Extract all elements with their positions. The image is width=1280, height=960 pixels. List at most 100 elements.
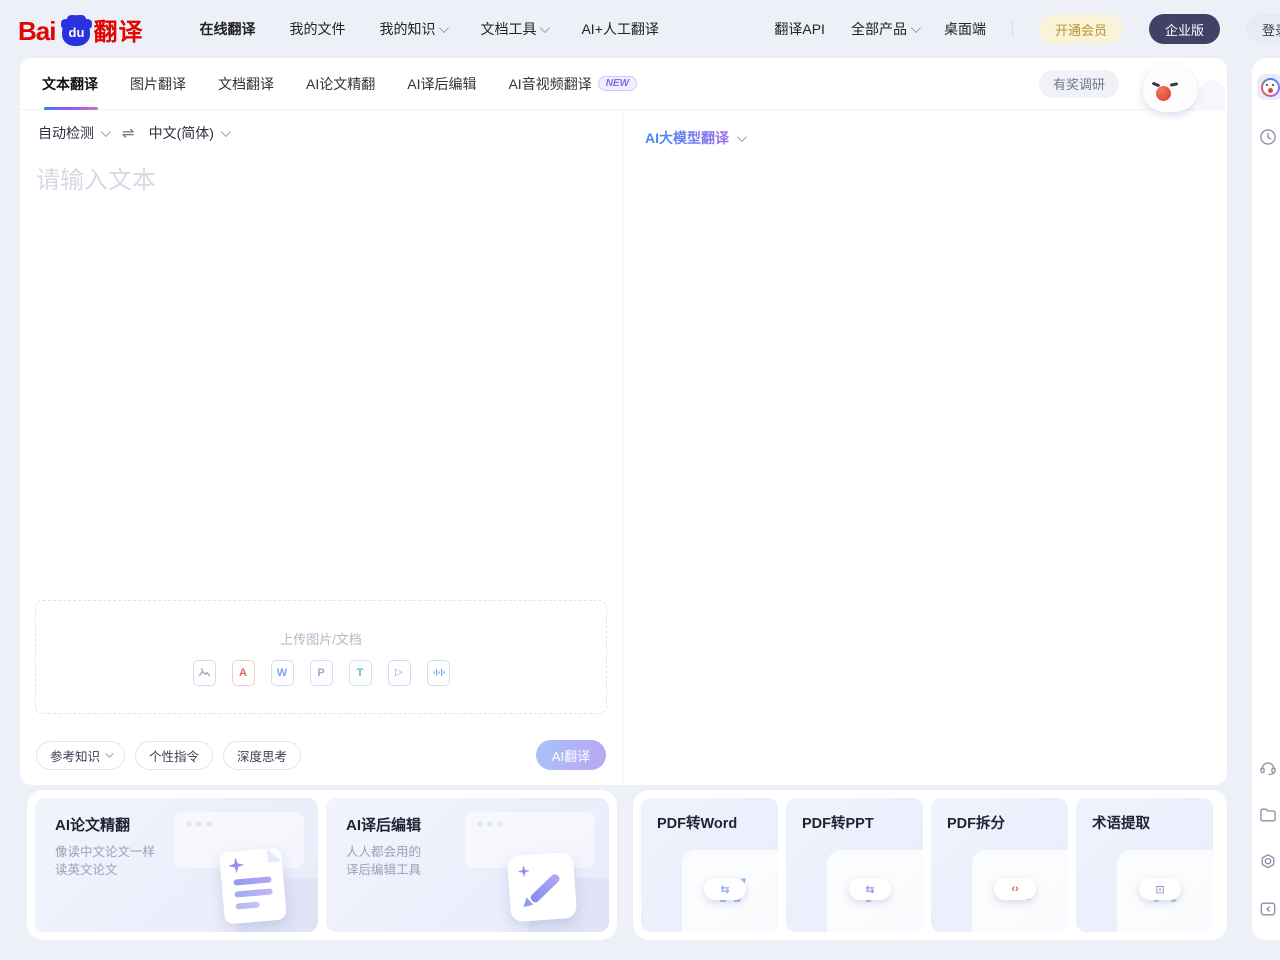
- sparkle-icon: [517, 865, 530, 878]
- word-file-icon: W: [271, 660, 294, 686]
- video-file-icon: ▷: [388, 660, 411, 686]
- settings-icon[interactable]: [1257, 851, 1279, 873]
- source-language-select[interactable]: 自动检测: [38, 123, 108, 143]
- enterprise-button[interactable]: 企业版: [1149, 14, 1220, 44]
- baidu-translate-logo[interactable]: Bai du 翻译: [18, 12, 143, 47]
- primary-nav: 在线翻译 我的文件 我的知识 文档工具 AI+人工翻译: [199, 19, 658, 39]
- result-model-select[interactable]: AI大模型翻译: [645, 128, 1205, 148]
- card-illustration: P ⇆: [827, 850, 923, 932]
- split-icon: ‹›: [994, 878, 1036, 900]
- nav-item-doc-tools[interactable]: 文档工具: [480, 19, 547, 39]
- sparkle-icon: [227, 857, 244, 874]
- card-ai-paper-translate[interactable]: AI论文精翻 像读中文论文一样 读英文论文: [35, 798, 318, 932]
- nav-item-translate-api[interactable]: 翻译API: [774, 19, 825, 39]
- tools-bar: 参考知识 个性指令 深度思考 AI翻译: [20, 726, 622, 784]
- login-button[interactable]: 登录: [1246, 14, 1280, 44]
- chevron-down-icon: [101, 127, 111, 137]
- result-pane: AI大模型翻译: [623, 110, 1227, 784]
- convert-arrows-icon: ⇆: [849, 878, 891, 900]
- chevron-down-icon: [737, 132, 747, 142]
- language-bar: 自动检测 ⇌ 中文(简体): [20, 110, 622, 156]
- extract-box-icon: ⊡: [1139, 878, 1181, 900]
- swap-languages-icon[interactable]: ⇌: [122, 124, 135, 142]
- nav-divider: [1012, 21, 1013, 37]
- top-navigation: Bai du 翻译 在线翻译 我的文件 我的知识 文档工具 AI+人工翻译 翻译…: [0, 0, 1280, 58]
- card-illustration: A ‹›: [972, 850, 1068, 932]
- mascot-character: [1143, 66, 1197, 112]
- feature-card-group: AI论文精翻 像读中文论文一样 读英文论文 AI译后编辑 人人都会用的 译后编辑…: [27, 790, 617, 940]
- nav-item-ai-human-translate[interactable]: AI+人工翻译: [581, 19, 658, 39]
- tab-text-translate[interactable]: 文本翻译: [42, 58, 98, 110]
- new-badge: NEW: [598, 76, 637, 91]
- promo-cards-row: AI论文精翻 像读中文论文一样 读英文论文 AI译后编辑 人人都会用的 译后编辑…: [27, 790, 1227, 940]
- nav-item-my-files[interactable]: 我的文件: [289, 19, 345, 39]
- card-title: PDF转Word: [657, 812, 778, 833]
- ppt-file-icon: P: [310, 660, 333, 686]
- reference-knowledge-button[interactable]: 参考知识: [36, 741, 125, 770]
- card-title: PDF转PPT: [802, 812, 923, 833]
- image-file-icon: [193, 660, 216, 686]
- tab-ai-post-edit[interactable]: AI译后编辑: [407, 58, 476, 110]
- txt-file-icon: T: [349, 660, 372, 686]
- file-type-icons: A W P T ▷: [193, 660, 450, 686]
- chevron-down-icon: [221, 127, 231, 137]
- logo-text-fanyi: 翻译: [93, 12, 143, 47]
- ai-translate-button[interactable]: AI翻译: [536, 740, 606, 770]
- chevron-down-icon: [911, 23, 921, 33]
- result-model-label: AI大模型翻译: [645, 128, 729, 148]
- mascot-nose: [1156, 86, 1171, 101]
- card-pdf-to-word[interactable]: PDF转Word W ⇆: [641, 798, 778, 932]
- chevron-down-icon: [439, 23, 449, 33]
- custom-instruction-button[interactable]: 个性指令: [135, 741, 213, 770]
- logo-text-bai: Bai: [18, 16, 55, 47]
- baidu-paw-icon: du: [62, 20, 90, 46]
- translator-panel: 文本翻译 图片翻译 文档翻译 AI论文精翻 AI译后编辑 AI音视频翻译NEW …: [20, 58, 1227, 785]
- open-vip-button[interactable]: 开通会员: [1039, 14, 1123, 44]
- nav-item-desktop-app[interactable]: 桌面端: [944, 19, 986, 39]
- card-pdf-to-ppt[interactable]: PDF转PPT P ⇆: [786, 798, 923, 932]
- card-title: PDF拆分: [947, 812, 1068, 833]
- translator-content: 自动检测 ⇌ 中文(简体) 上传图片/文档 A W P: [20, 110, 1227, 784]
- card-pdf-split[interactable]: PDF拆分 A ‹›: [931, 798, 1068, 932]
- strip-bottom-icons: [1257, 757, 1279, 920]
- card-illustration: A ⊡: [1117, 850, 1213, 932]
- pdf-file-icon: A: [232, 660, 255, 686]
- folder-icon[interactable]: [1257, 804, 1279, 826]
- tab-image-translate[interactable]: 图片翻译: [130, 58, 186, 110]
- target-language-select[interactable]: 中文(简体): [149, 123, 228, 143]
- strip-top-icons: [1257, 74, 1280, 148]
- card-title: 术语提取: [1092, 812, 1213, 833]
- history-icon[interactable]: [1257, 126, 1279, 148]
- survey-button[interactable]: 有奖调研: [1039, 70, 1119, 98]
- nav-item-all-products[interactable]: 全部产品: [851, 19, 918, 39]
- deep-think-button[interactable]: 深度思考: [223, 741, 301, 770]
- source-text-input[interactable]: [36, 160, 606, 600]
- customer-support-icon[interactable]: [1257, 757, 1279, 779]
- collapse-panel-icon[interactable]: [1257, 898, 1279, 920]
- paper-document-icon: [219, 847, 287, 924]
- card-illustration: W ⇆: [682, 850, 778, 932]
- card-term-extract[interactable]: 术语提取 A ⊡: [1076, 798, 1213, 932]
- chevron-down-icon: [105, 749, 113, 757]
- translator-tabbar: 文本翻译 图片翻译 文档翻译 AI论文精翻 AI译后编辑 AI音视频翻译NEW …: [20, 58, 1227, 110]
- mascot-eye: [1170, 82, 1178, 87]
- mascot-hand: [1199, 80, 1225, 110]
- tab-document-translate[interactable]: 文档翻译: [218, 58, 274, 110]
- tab-ai-paper-translate[interactable]: AI论文精翻: [306, 58, 375, 110]
- edit-pencil-icon: [507, 852, 577, 922]
- upload-label: 上传图片/文档: [280, 629, 362, 648]
- audio-file-icon: [427, 660, 450, 686]
- translator-tabs: 文本翻译 图片翻译 文档翻译 AI论文精翻 AI译后编辑 AI音视频翻译NEW: [42, 58, 637, 110]
- convert-arrows-icon: ⇆: [704, 878, 746, 900]
- nav-item-online-translate[interactable]: 在线翻译: [199, 19, 255, 39]
- card-ai-post-edit[interactable]: AI译后编辑 人人都会用的 译后编辑工具: [326, 798, 609, 932]
- tool-card-group: PDF转Word W ⇆ PDF转PPT P ⇆ PDF拆分 A ‹› 术语提取…: [633, 790, 1227, 940]
- nav-item-my-knowledge[interactable]: 我的知识: [379, 19, 446, 39]
- source-pane: 自动检测 ⇌ 中文(简体) 上传图片/文档 A W P: [20, 110, 623, 784]
- right-utility-strip: [1252, 58, 1280, 940]
- ai-assistant-icon[interactable]: [1257, 74, 1280, 100]
- upload-dropzone[interactable]: 上传图片/文档 A W P T ▷: [35, 600, 607, 714]
- chevron-down-icon: [540, 23, 550, 33]
- tab-ai-audio-video-translate[interactable]: AI音视频翻译NEW: [508, 58, 637, 110]
- secondary-nav: 翻译API 全部产品 桌面端 开通会员 企业版 登录: [774, 14, 1280, 44]
